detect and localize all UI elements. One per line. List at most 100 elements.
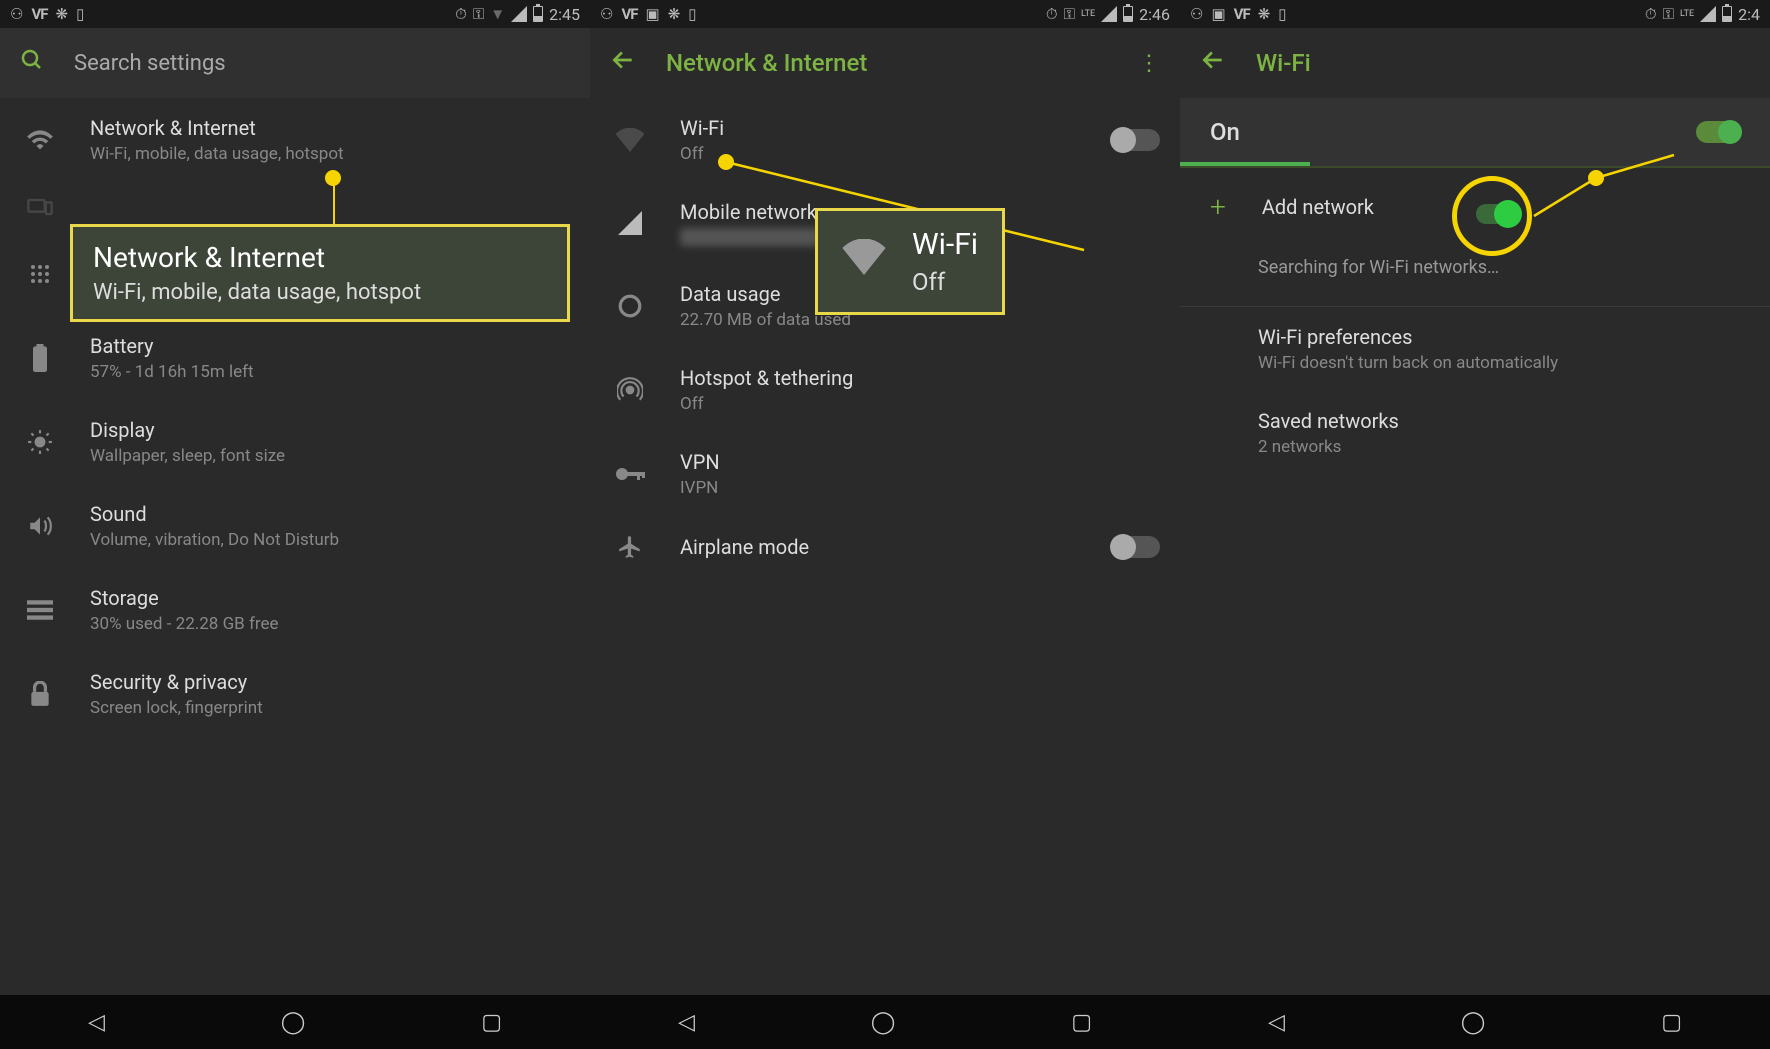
item-vpn[interactable]: VPN IVPN xyxy=(590,432,1180,516)
data-usage-icon xyxy=(610,293,650,319)
item-title: Security & privacy xyxy=(90,670,570,694)
annotation-dot xyxy=(1588,170,1604,186)
battery-icon xyxy=(1123,6,1133,22)
item-sound[interactable]: Sound Volume, vibration, Do Not Disturb xyxy=(0,484,590,568)
signal-icon xyxy=(1101,6,1117,22)
battery-icon xyxy=(20,344,60,372)
battery-saver-icon: ▯ xyxy=(688,5,696,23)
storage-icon xyxy=(20,600,60,620)
item-airplane-mode[interactable]: Airplane mode xyxy=(590,516,1180,578)
signal-icon xyxy=(1700,6,1716,22)
image-icon: ▣ xyxy=(646,5,660,23)
nav-home-icon[interactable]: ◯ xyxy=(281,1010,306,1035)
nav-home-icon[interactable]: ◯ xyxy=(871,1010,896,1035)
item-wifi[interactable]: Wi-Fi Off xyxy=(590,98,1180,182)
signal-icon xyxy=(511,6,527,22)
nav-back-icon[interactable]: ◁ xyxy=(1268,1010,1285,1035)
apps-icon xyxy=(20,262,60,286)
nav-recent-icon[interactable]: ▢ xyxy=(1071,1010,1092,1035)
item-sub: Off xyxy=(680,144,1082,164)
voicemail-icon: ⚇ xyxy=(10,5,23,23)
key-icon: ⚿ xyxy=(473,5,484,23)
battery-icon xyxy=(1722,6,1732,22)
callout-sub: Wi-Fi, mobile, data usage, hotspot xyxy=(93,280,547,305)
wifi-toggle[interactable] xyxy=(1112,129,1160,151)
annotation-circle xyxy=(1452,176,1532,256)
wifi-master-toggle[interactable] xyxy=(1696,121,1740,143)
key-icon: ⚿ xyxy=(1663,5,1674,23)
network-list: Wi-Fi Off Mobile network Data usage 22.7… xyxy=(590,98,1180,578)
callout-title: Network & Internet xyxy=(93,241,547,274)
item-sub: 30% used - 22.28 GB free xyxy=(90,614,570,634)
sound-icon xyxy=(20,513,60,539)
item-security[interactable]: Security & privacy Screen lock, fingerpr… xyxy=(0,652,590,736)
battery-saver-icon: ▯ xyxy=(76,5,84,23)
status-bar: ⚇ ▣ VF ❋ ▯ ⏱ ⚿ LTE 2:4 xyxy=(1180,0,1770,28)
signal-icon xyxy=(610,211,650,235)
item-sub: Off xyxy=(680,394,1160,414)
nav-home-icon[interactable]: ◯ xyxy=(1461,1010,1486,1035)
vf-icon: VF xyxy=(31,5,47,23)
item-sub: Wallpaper, sleep, font size xyxy=(90,446,570,466)
search-icon xyxy=(20,48,44,78)
battery-saver-icon: ▯ xyxy=(1278,5,1286,23)
annotation-dot xyxy=(325,170,341,186)
item-network-internet[interactable]: Network & Internet Wi-Fi, mobile, data u… xyxy=(0,98,590,182)
searching-text: Searching for Wi-Fi networks… xyxy=(1180,245,1770,306)
lte-icon: LTE xyxy=(1680,9,1694,19)
item-sub xyxy=(680,228,820,246)
status-bar: ⚇ VF ❋ ▯ ⏱ ⚿ ▼ 2:45 xyxy=(0,0,590,28)
nav-back-icon[interactable]: ◁ xyxy=(88,1010,105,1035)
item-sub: Volume, vibration, Do Not Disturb xyxy=(90,530,570,550)
nav-recent-icon[interactable]: ▢ xyxy=(1661,1010,1682,1035)
item-title: Airplane mode xyxy=(680,535,1082,559)
item-title: Display xyxy=(90,418,570,442)
plus-icon: + xyxy=(1210,190,1226,223)
item-wifi-preferences[interactable]: Wi-Fi preferences Wi-Fi doesn't turn bac… xyxy=(1180,307,1770,391)
airplane-toggle[interactable] xyxy=(1112,536,1160,558)
voicemail-icon: ⚇ xyxy=(1190,5,1203,23)
nav-bar: ◁ ◯ ▢ xyxy=(590,995,1180,1049)
back-button[interactable] xyxy=(1200,47,1226,80)
battery-icon xyxy=(533,6,543,22)
lte-icon: LTE xyxy=(1081,9,1095,19)
lock-icon xyxy=(20,681,60,707)
leaf-icon: ❋ xyxy=(56,5,69,23)
status-bar: ⚇ VF ▣ ❋ ▯ ⏱ ⚿ LTE 2:46 xyxy=(590,0,1180,28)
overflow-menu-button[interactable]: ⋮ xyxy=(1138,51,1160,76)
app-bar: Network & Internet ⋮ xyxy=(590,28,1180,98)
annotation-dot xyxy=(718,154,734,170)
vf-icon: VF xyxy=(621,5,637,23)
status-time: 2:4 xyxy=(1738,5,1760,24)
item-sub: 57% - 1d 16h 15m left xyxy=(90,362,570,382)
item-title: Wi-Fi preferences xyxy=(1258,325,1740,349)
back-button[interactable] xyxy=(610,47,636,80)
item-title: Wi-Fi xyxy=(680,116,1082,140)
item-sub: Screen lock, fingerprint xyxy=(90,698,570,718)
page-title: Wi-Fi xyxy=(1256,49,1750,77)
vpn-key-icon xyxy=(610,465,650,483)
screen-network-internet: ⚇ VF ▣ ❋ ▯ ⏱ ⚿ LTE 2:46 Network & Intern… xyxy=(590,0,1180,1049)
alarm-icon: ⏱ xyxy=(1046,5,1058,23)
nav-bar: ◁ ◯ ▢ xyxy=(1180,995,1770,1049)
item-display[interactable]: Display Wallpaper, sleep, font size xyxy=(0,400,590,484)
search-bar[interactable]: Search settings xyxy=(0,28,590,98)
settings-list: Network & Internet Wi-Fi, mobile, data u… xyxy=(0,98,590,736)
item-sub: Wi-Fi, mobile, data usage, hotspot xyxy=(90,144,570,164)
wifi-icon xyxy=(610,128,650,152)
display-icon xyxy=(20,429,60,455)
item-sub: 2 networks xyxy=(1258,437,1740,457)
alarm-icon: ⏱ xyxy=(1645,5,1657,23)
nav-back-icon[interactable]: ◁ xyxy=(678,1010,695,1035)
item-battery[interactable]: Battery 57% - 1d 16h 15m left xyxy=(0,316,590,400)
callout-network-internet: Network & Internet Wi-Fi, mobile, data u… xyxy=(70,224,570,322)
item-hotspot[interactable]: Hotspot & tethering Off xyxy=(590,348,1180,432)
page-title: Network & Internet xyxy=(666,49,1108,77)
devices-icon xyxy=(20,193,60,221)
item-saved-networks[interactable]: Saved networks 2 networks xyxy=(1180,391,1770,475)
nav-recent-icon[interactable]: ▢ xyxy=(481,1010,502,1035)
key-icon: ⚿ xyxy=(1064,5,1075,23)
search-placeholder: Search settings xyxy=(74,51,226,76)
callout-sub: Off xyxy=(912,268,978,296)
item-storage[interactable]: Storage 30% used - 22.28 GB free xyxy=(0,568,590,652)
